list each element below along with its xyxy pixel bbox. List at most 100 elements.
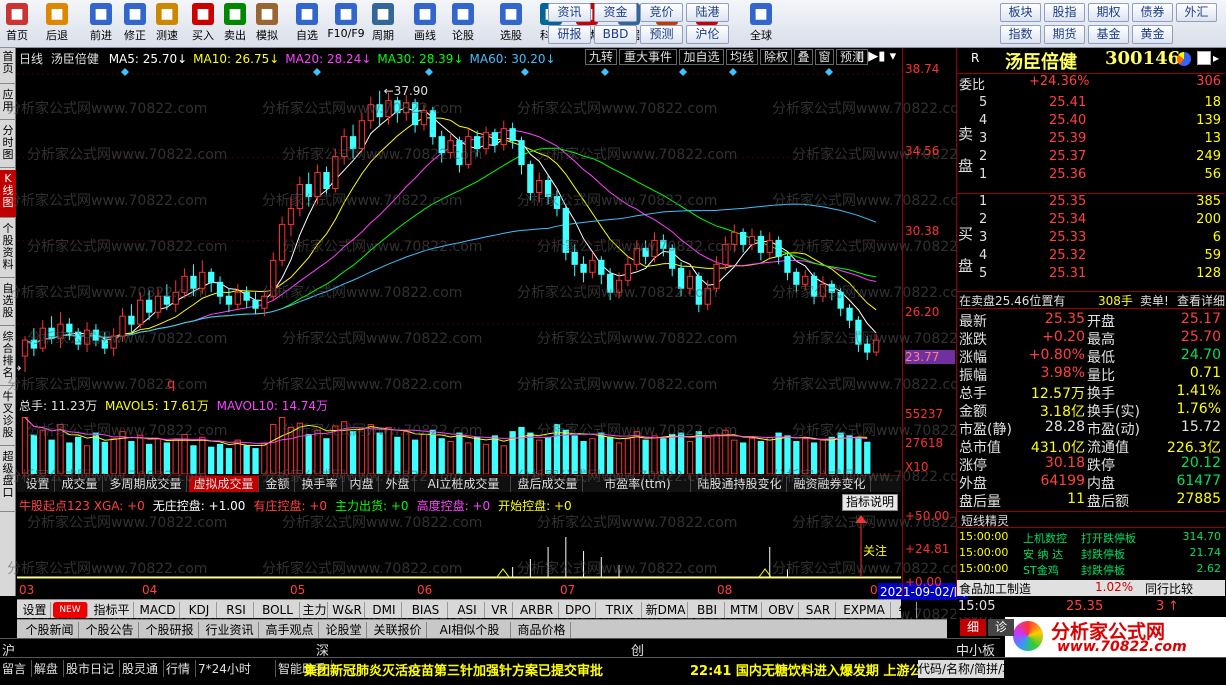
toolbar-button-1[interactable]: ■ 后退 <box>40 2 74 46</box>
sector-row[interactable]: 食品加工制造 1.02% 同行比较 <box>957 580 1225 596</box>
market-button[interactable]: 期权 <box>1088 3 1129 22</box>
buy-level-2[interactable]: 2 25.34 200 <box>957 212 1225 230</box>
news-tab-8[interactable]: 商品价格 <box>513 622 571 638</box>
chart-tool-5[interactable]: 叠 <box>794 49 813 65</box>
chart-window-controls[interactable]: ▯ ▶▮ ▾ <box>857 49 901 65</box>
quick-button[interactable]: BBD <box>594 25 637 44</box>
indicator-tab-17[interactable]: BBI <box>690 602 725 618</box>
news-tab-1[interactable]: 个股公告 <box>81 622 139 638</box>
news-ticker[interactable]: 集团新冠肺炎灭活疫苗第三针加强针方案已提交审批 <box>304 660 603 679</box>
toolbar-button-3[interactable]: ■ 修正 <box>118 2 152 46</box>
sell-level-4[interactable]: 4 25.40 139 <box>957 113 1225 131</box>
market-button[interactable]: 指数 <box>1000 25 1041 44</box>
quick-button[interactable]: 研报 <box>548 25 591 44</box>
status-item-2[interactable]: 股市日记 <box>66 660 120 677</box>
toolbar-button-13[interactable]: ■ 选股 <box>494 2 528 46</box>
quick-button[interactable]: 竞价 <box>640 3 683 22</box>
buy-level-4[interactable]: 4 25.32 59 <box>957 248 1225 266</box>
chart-area[interactable]: 日线 汤臣倍健 MA5: 25.70↓ MA10: 26.75↓ MA20: 28.… <box>7 48 992 623</box>
market-button[interactable]: 黄金 <box>1132 25 1173 44</box>
news-tab-7[interactable]: AI相似个股 <box>429 622 511 638</box>
short-elf-row[interactable]: 15:00:00 ST金鸡 封跌停板 2.62 <box>957 562 1225 578</box>
market-button[interactable]: 股指 <box>1044 3 1085 22</box>
status-item-0[interactable]: 留言 <box>2 660 32 677</box>
left-tab-7[interactable]: 牛叉诊股 <box>0 388 16 446</box>
short-elf-row[interactable]: 15:00:00 上机数控 打开跌停板 314.70 <box>957 530 1225 546</box>
chart-tool-6[interactable]: 窗 <box>815 49 834 65</box>
news-tab-2[interactable]: 个股研报 <box>141 622 199 638</box>
toolbar-button-10[interactable]: ■ 周期 <box>366 2 400 46</box>
indicator-tab-4[interactable]: KDJ <box>182 602 217 618</box>
sell-level-2[interactable]: 2 25.37 249 <box>957 149 1225 167</box>
indicator-tab-1[interactable]: NEW <box>53 602 88 618</box>
market-button[interactable]: 板块 <box>1000 3 1041 22</box>
news-tab-6[interactable]: 关联报价 <box>369 622 427 638</box>
buy-level-1[interactable]: 1 25.35 385 <box>957 194 1225 212</box>
toolbar-button-6[interactable]: ■ 卖出 <box>218 2 252 46</box>
market-button[interactable]: 债券 <box>1132 3 1173 22</box>
toolbar-button-9[interactable]: ■ F10/F9 <box>326 2 366 46</box>
peer-compare-button[interactable]: 同行比较 <box>1145 580 1193 597</box>
more-icon[interactable]: ▸ <box>1213 51 1219 65</box>
left-tab-2[interactable]: 分时图 <box>0 122 16 168</box>
indicator-tab-14[interactable]: DPO <box>561 602 596 618</box>
quick-button[interactable]: 陆港 <box>686 3 729 22</box>
chart-tool-1[interactable]: 重大事件 <box>619 49 677 65</box>
indicator-tab-9[interactable]: DMI <box>367 602 402 618</box>
view-detail-link[interactable]: 查看详细 <box>1177 292 1225 309</box>
indicator-tab-19[interactable]: OBV <box>764 602 799 618</box>
indicator-tab-16[interactable]: 新DMA <box>644 602 688 618</box>
panel-tab-0[interactable]: 细 <box>960 619 986 636</box>
indicator-tab-18[interactable]: MTM <box>727 602 762 618</box>
toolbar-button-11[interactable]: ■ 画线 <box>408 2 442 46</box>
sell-level-5[interactable]: 5 25.41 18 <box>957 95 1225 113</box>
chart-tool-3[interactable]: 均线 <box>726 49 758 65</box>
buy-level-3[interactable]: 3 25.33 6 <box>957 230 1225 248</box>
indicator-tab-7[interactable]: 主力 <box>302 602 328 618</box>
news-tab-3[interactable]: 行业资讯 <box>201 622 259 638</box>
chart-tool-4[interactable]: 除权 <box>760 49 792 65</box>
left-tab-0[interactable]: 首页 <box>0 48 16 84</box>
market-button[interactable]: 外汇 <box>1176 3 1217 22</box>
left-tab-4[interactable]: 个股资料 <box>0 220 16 278</box>
toolbar-button-0[interactable]: ■ 首页 <box>0 2 34 46</box>
news-tab-5[interactable]: 论股堂 <box>321 622 367 638</box>
news-tab-0[interactable]: 个股新闻 <box>21 622 79 638</box>
chart-tool-0[interactable]: 九转 <box>585 49 617 65</box>
grid-icon[interactable] <box>1197 51 1211 65</box>
status-item-1[interactable]: 解盘 <box>34 660 64 677</box>
toolbar-button-8[interactable]: ■ 自选 <box>290 2 324 46</box>
toolbar-button-12[interactable]: ■ 论股 <box>446 2 480 46</box>
news-tab-4[interactable]: 高手观点 <box>261 622 319 638</box>
indicator-help-button[interactable]: 指标说明 <box>842 494 898 511</box>
indicator-tab-10[interactable]: BIAS <box>404 602 448 618</box>
indicator-tab-20[interactable]: SAR <box>801 602 836 618</box>
indicator-tab-5[interactable]: RSI <box>219 602 254 618</box>
indicator-tab-0[interactable]: 设置 <box>19 602 51 618</box>
market-button[interactable]: 期货 <box>1044 25 1085 44</box>
indicator-tab-15[interactable]: TRIX <box>598 602 642 618</box>
indicator-tab-13[interactable]: ARBR <box>515 602 559 618</box>
code-search-input[interactable]: 代码/名称/简拼/功 <box>918 660 1004 678</box>
toolbar-button-19[interactable]: ■ 全球 <box>744 2 778 46</box>
toolbar-button-5[interactable]: ■ 买入 <box>186 2 220 46</box>
indicator-tab-3[interactable]: MACD <box>136 602 180 618</box>
quick-button[interactable]: 预测 <box>640 25 683 44</box>
chart-tool-2[interactable]: 加自选 <box>679 49 724 65</box>
status-item-5[interactable]: 7*24小时 <box>198 660 276 677</box>
indicator-tab-2[interactable]: 指标平台 <box>90 602 134 633</box>
indicator-tab-6[interactable]: BOLL <box>256 602 300 618</box>
indicator-tab-21[interactable]: EXPMA <box>838 602 891 618</box>
pie-icon[interactable] <box>1177 52 1191 66</box>
market-button[interactable]: 基金 <box>1088 25 1129 44</box>
short-elf-row[interactable]: 15:00:00 安 纳 达 封跌停板 21.74 <box>957 546 1225 562</box>
toolbar-button-2[interactable]: ■ 前进 <box>84 2 118 46</box>
short-elf-title[interactable]: 短线精灵 <box>957 511 1225 528</box>
indicator-tab-22[interactable]: 牛 <box>893 602 917 618</box>
quick-button[interactable]: 资讯 <box>548 3 591 22</box>
indicator-tab-8[interactable]: W&R <box>330 602 365 618</box>
toolbar-button-7[interactable]: ■ 模拟 <box>250 2 284 46</box>
buy-level-5[interactable]: 5 25.31 128 <box>957 266 1225 284</box>
indicator-tab-12[interactable]: VR <box>487 602 513 618</box>
quick-button[interactable]: 沪伦 <box>686 25 729 44</box>
